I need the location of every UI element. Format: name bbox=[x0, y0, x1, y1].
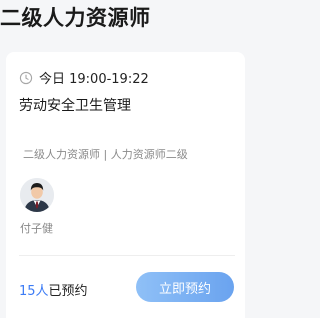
clock-icon bbox=[19, 71, 33, 85]
booked-suffix: 已预约 bbox=[48, 284, 88, 299]
time-text: 今日 19:00-19:22 bbox=[39, 72, 149, 87]
teacher-name: 付子健 bbox=[20, 222, 53, 235]
course-title[interactable]: 劳动安全卫生管理 bbox=[19, 95, 131, 115]
time-row: 今日 19:00-19:22 bbox=[19, 68, 149, 87]
booked-count: 15人已预约 bbox=[19, 280, 88, 299]
page-title: 二级人力资源师 bbox=[0, 6, 151, 30]
course-tags: 二级人力资源师 | 人力资源师二级 bbox=[23, 148, 188, 161]
course-card[interactable]: 今日 19:00-19:22 劳动安全卫生管理 二级人力资源师 | 人力资源师二… bbox=[6, 52, 245, 318]
booked-number: 15人 bbox=[19, 284, 49, 299]
reserve-button[interactable]: 立即预约 bbox=[136, 272, 234, 302]
avatar bbox=[20, 178, 54, 212]
divider bbox=[19, 255, 235, 256]
